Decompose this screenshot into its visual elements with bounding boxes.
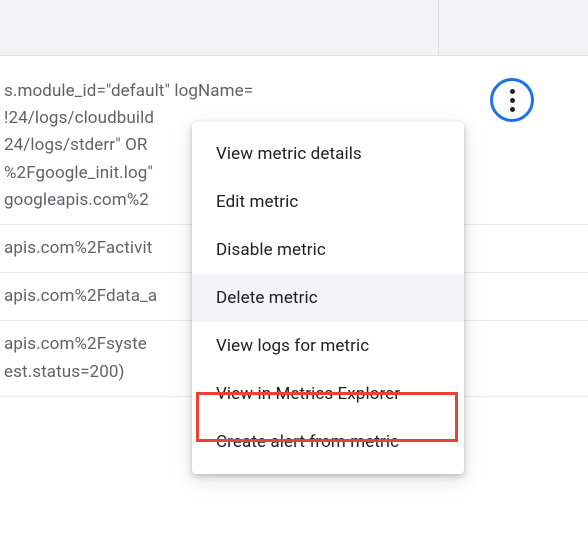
more-actions-button[interactable] <box>488 76 536 124</box>
menu-item-delete[interactable]: Delete metric <box>192 274 464 322</box>
table-header <box>0 0 588 56</box>
menu-item-create-alert[interactable]: Create alert from metric <box>192 418 464 466</box>
menu-item-metrics-explorer[interactable]: View in Metrics Explorer <box>192 370 464 418</box>
more-vert-icon <box>510 89 515 112</box>
menu-item-view-details[interactable]: View metric details <box>192 130 464 178</box>
menu-item-view-logs[interactable]: View logs for metric <box>192 322 464 370</box>
actions-menu: View metric details Edit metric Disable … <box>192 122 464 474</box>
menu-item-disable[interactable]: Disable metric <box>192 226 464 274</box>
menu-item-edit[interactable]: Edit metric <box>192 178 464 226</box>
header-col-filter <box>0 0 438 55</box>
header-col-actions <box>438 0 588 55</box>
